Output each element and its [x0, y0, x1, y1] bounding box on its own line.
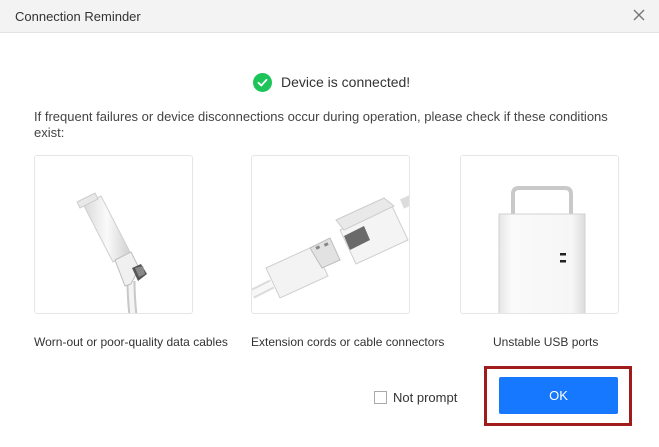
not-prompt-label: Not prompt [393, 390, 458, 405]
card-caption-worn-cable: Worn-out or poor-quality data cables [34, 335, 228, 349]
card-usb-port [460, 155, 619, 314]
checkbox-box[interactable] [374, 391, 387, 404]
card-caption-usb-port: Unstable USB ports [493, 335, 599, 349]
hint-text: If frequent failures or device disconnec… [34, 109, 608, 140]
status-text: Device is connected! [281, 74, 411, 90]
connection-status: Device is connected! [253, 72, 410, 92]
lightning-cable-icon [76, 192, 147, 313]
card-extension [251, 155, 410, 314]
usb-extension-icon [252, 195, 409, 299]
card-caption-extension: Extension cords or cable connectors [251, 335, 445, 349]
title-bar: Connection Reminder [0, 0, 659, 33]
check-circle-icon [253, 72, 272, 92]
close-icon[interactable] [631, 7, 647, 23]
ok-button[interactable]: OK [499, 377, 618, 414]
usb-port-icon [498, 186, 586, 313]
card-worn-cable [34, 155, 193, 314]
not-prompt-checkbox[interactable]: Not prompt [374, 390, 457, 405]
dialog-title: Connection Reminder [15, 9, 141, 24]
